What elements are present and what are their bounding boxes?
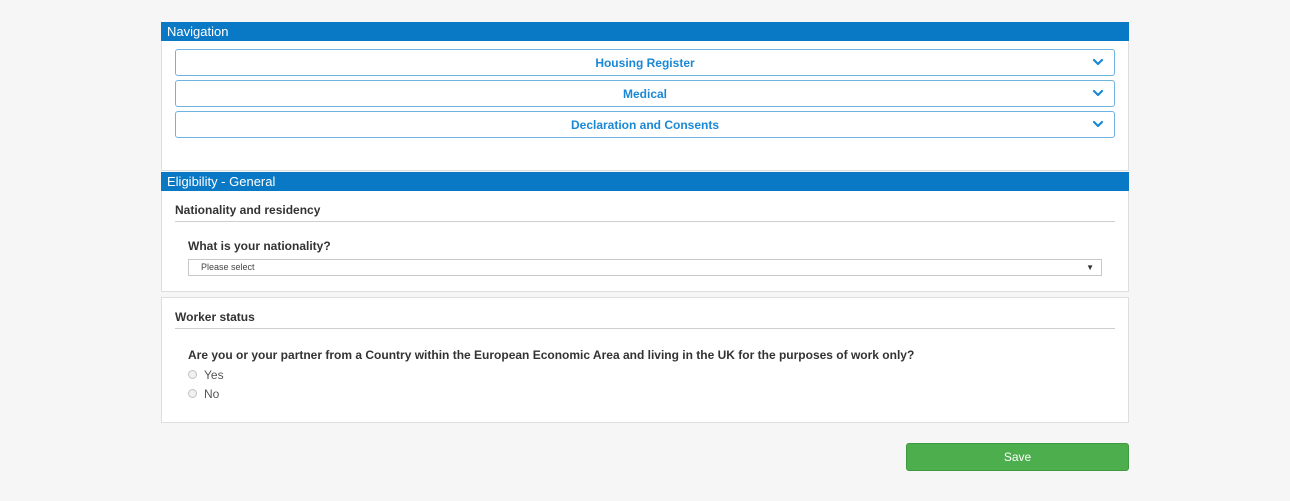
accordion-label: Housing Register xyxy=(595,55,695,70)
radio-label: No xyxy=(204,386,220,401)
accordion-declaration-and-consents[interactable]: Declaration and Consents xyxy=(175,111,1115,138)
chevron-down-icon xyxy=(1092,89,1104,97)
radio-option-no[interactable]: No xyxy=(188,385,1115,402)
save-button[interactable]: Save xyxy=(906,443,1129,471)
nationality-question: What is your nationality? xyxy=(188,239,331,253)
nationality-select[interactable]: Please select ▼ xyxy=(188,259,1102,276)
accordion-label: Declaration and Consents xyxy=(570,117,720,132)
worker-status-question: Are you or your partner from a Country w… xyxy=(188,348,915,362)
dropdown-arrow-icon: ▼ xyxy=(1086,263,1094,272)
nationality-section: Nationality and residency What is your n… xyxy=(161,191,1129,292)
navigation-panel-header: Navigation xyxy=(161,22,1129,41)
page: Navigation Housing Register Medical Decl… xyxy=(0,0,1290,501)
navigation-panel-body: Housing Register Medical Declaration and… xyxy=(161,41,1129,171)
accordion-medical[interactable]: Medical xyxy=(175,80,1115,107)
nationality-select-value: Please select xyxy=(201,262,255,272)
worker-status-section: Worker status Are you or your partner fr… xyxy=(161,297,1129,423)
radio-label: Yes xyxy=(204,367,224,382)
radio-option-yes[interactable]: Yes xyxy=(188,366,1115,383)
nationality-section-title: Nationality and residency xyxy=(175,191,1115,222)
navigation-panel: Navigation Housing Register Medical Decl… xyxy=(161,22,1129,171)
chevron-down-icon xyxy=(1092,120,1104,128)
eligibility-panel-header: Eligibility - General xyxy=(161,172,1129,191)
accordion-housing-register[interactable]: Housing Register xyxy=(175,49,1115,76)
eligibility-panel: Eligibility - General Nationality and re… xyxy=(161,172,1129,423)
accordion-label: Medical xyxy=(622,86,667,101)
chevron-down-icon xyxy=(1092,58,1104,66)
radio-button[interactable] xyxy=(188,370,197,379)
radio-button[interactable] xyxy=(188,389,197,398)
worker-status-section-title: Worker status xyxy=(175,298,1115,329)
